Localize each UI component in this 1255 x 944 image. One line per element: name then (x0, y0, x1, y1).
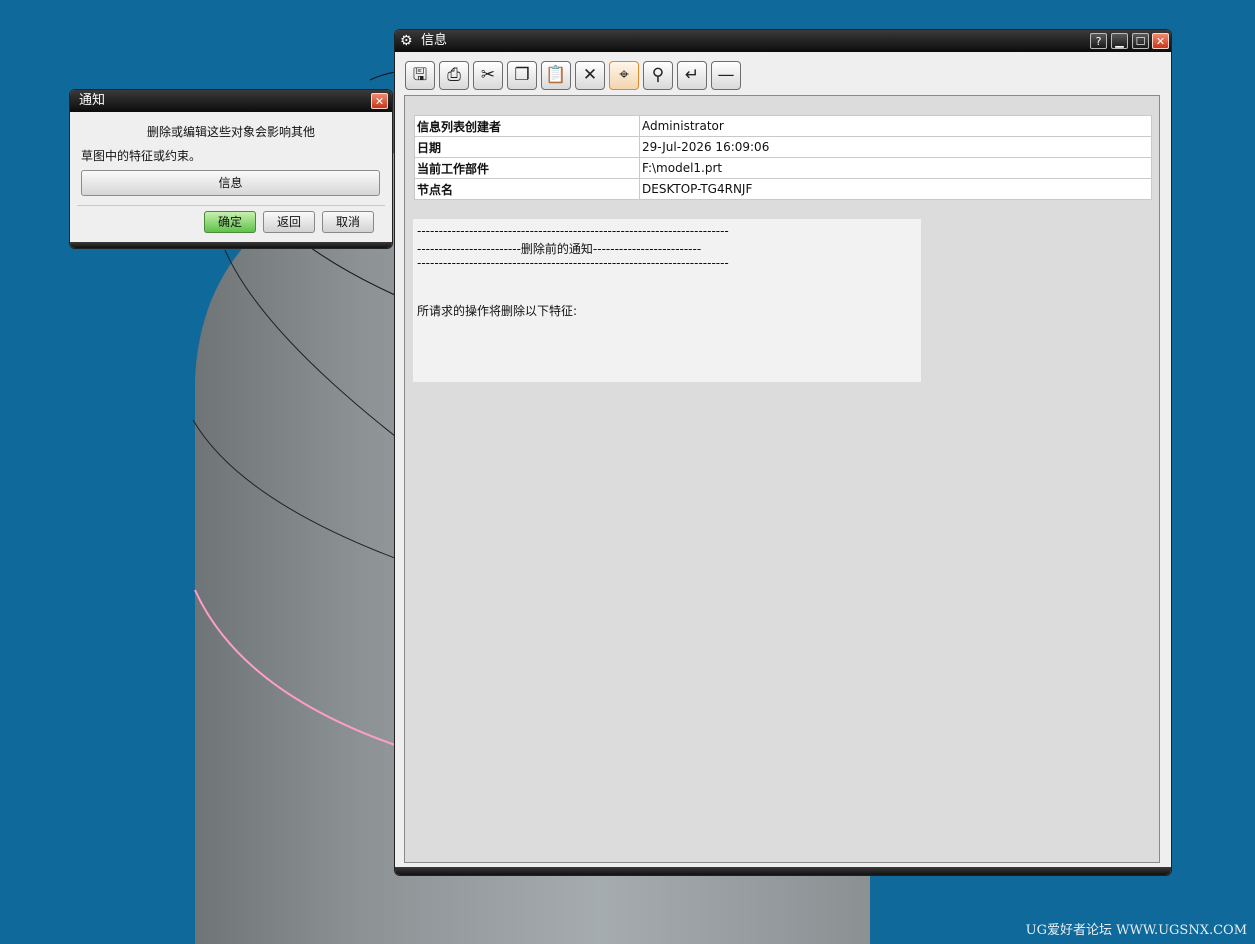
info-title-bar[interactable]: ⚙ 信息 ? ▁ ☐ ✕ (395, 30, 1171, 52)
copy-icon: ❐ (514, 65, 530, 85)
divider (77, 205, 385, 206)
cut-button[interactable]: ✂ (473, 61, 503, 90)
wrap-icon: ↵ (684, 65, 700, 85)
locate-icon: ⌖ (619, 65, 629, 85)
back-button[interactable]: 返回 (263, 211, 315, 233)
print-button[interactable]: ⎙ (439, 61, 469, 90)
table-row: 当前工作部件 F:\model1.prt (414, 157, 1152, 179)
info-bottom-bar (395, 867, 1171, 875)
info-text-panel[interactable]: ----------------------------------------… (413, 219, 921, 382)
print-icon: ⎙ (447, 65, 461, 85)
table-row: 日期 29-Jul-2026 16:09:06 (414, 136, 1152, 158)
copy-button[interactable]: ❐ (507, 61, 537, 90)
property-key: 日期 (414, 136, 640, 158)
info-body-text: 所请求的操作将删除以下特征: (417, 304, 578, 318)
delete-icon: ✕ (582, 65, 598, 85)
notification-bottom-bar (70, 242, 392, 248)
notification-title: 通知 (79, 93, 106, 108)
property-value: F:\model1.prt (639, 157, 1152, 179)
maximize-icon: ☐ (1135, 35, 1146, 48)
info-window-title: 信息 (421, 33, 448, 48)
dash-line-top: ----------------------------------------… (417, 224, 729, 238)
notification-title-bar[interactable]: 通知 ✕ (70, 90, 392, 112)
minimize-button[interactable]: ▁ (1111, 33, 1128, 49)
find-icon: ⚲ (651, 65, 665, 85)
property-key: 当前工作部件 (414, 157, 640, 179)
separator-button[interactable]: — (711, 61, 741, 90)
maximize-button[interactable]: ☐ (1132, 33, 1149, 49)
info-content-area[interactable]: 信息列表创建者 Administrator 日期 29-Jul-2026 16:… (404, 95, 1160, 863)
property-value: Administrator (639, 115, 1152, 137)
delete-button[interactable]: ✕ (575, 61, 605, 90)
notification-dialog: 通知 ✕ 删除或编辑这些对象会影响其他 草图中的特征或约束。 信息 确定 返回 … (70, 90, 392, 248)
locate-button[interactable]: ⌖ (609, 61, 639, 90)
close-icon: ✕ (374, 95, 385, 108)
notification-close-button[interactable]: ✕ (371, 93, 388, 109)
wrap-button[interactable]: ↵ (677, 61, 707, 90)
cut-icon: ✂ (480, 65, 496, 85)
paste-button[interactable]: 📋 (541, 61, 571, 90)
close-icon: ✕ (1155, 35, 1166, 48)
cancel-button[interactable]: 取消 (322, 211, 374, 233)
save-icon: 🖫 (412, 65, 428, 85)
minimize-icon: ▁ (1115, 35, 1124, 48)
info-close-button[interactable]: ✕ (1152, 33, 1169, 49)
help-button[interactable]: ? (1090, 33, 1107, 49)
help-icon: ? (1095, 35, 1102, 48)
table-row: 信息列表创建者 Administrator (414, 115, 1152, 137)
property-value: DESKTOP-TG4RNJF (639, 178, 1152, 200)
info-button[interactable]: 信息 (81, 170, 380, 196)
notification-message-line2: 草图中的特征或约束。 (81, 149, 202, 163)
info-properties-table: 信息列表创建者 Administrator 日期 29-Jul-2026 16:… (414, 115, 1152, 200)
property-key: 信息列表创建者 (414, 115, 640, 137)
paste-icon: 📋 (545, 65, 567, 85)
property-value: 29-Jul-2026 16:09:06 (639, 136, 1152, 158)
gear-icon[interactable]: ⚙ (400, 30, 413, 52)
find-button[interactable]: ⚲ (643, 61, 673, 90)
information-window: ⚙ 信息 ? ▁ ☐ ✕ 🖫 ⎙ ✂ ❐ 📋 ✕ ⌖ ⚲ ↵ — 信息列表创建者… (395, 30, 1171, 875)
notification-message-line1: 删除或编辑这些对象会影响其他 (146, 125, 315, 139)
property-key: 节点名 (414, 178, 640, 200)
separator-icon: — (717, 65, 735, 85)
save-button[interactable]: 🖫 (405, 61, 435, 90)
table-row: 节点名 DESKTOP-TG4RNJF (414, 178, 1152, 200)
notice-heading: ------------------------删除前的通知----------… (417, 242, 702, 256)
ok-button[interactable]: 确定 (204, 211, 256, 233)
notification-body: 删除或编辑这些对象会影响其他 草图中的特征或约束。 信息 确定 返回 取消 (70, 112, 392, 248)
dash-line-bottom: ----------------------------------------… (417, 256, 729, 270)
watermark: UG爱好者论坛 WWW.UGSNX.COM (1025, 923, 1247, 938)
